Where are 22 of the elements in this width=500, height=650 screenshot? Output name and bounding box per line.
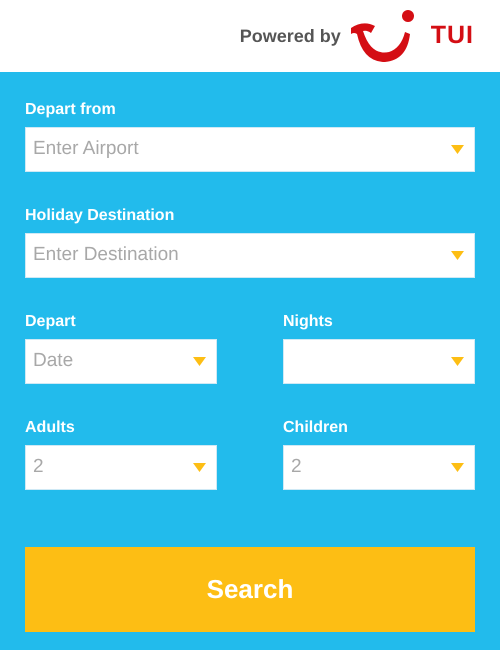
field-label: Depart from [25, 100, 116, 120]
caret-icon [451, 463, 464, 472]
dropdown-field[interactable]: Enter Airport [25, 127, 475, 172]
caret-icon [451, 357, 464, 366]
dropdown-field[interactable] [283, 339, 475, 384]
dropdown-field[interactable]: Date [25, 339, 217, 384]
dropdown-field[interactable]: Enter Destination [25, 233, 475, 278]
smile-logo-icon [348, 8, 415, 64]
field-label: Depart [25, 312, 76, 332]
caret-icon [451, 145, 464, 154]
field-label: Holiday Destination [25, 206, 174, 226]
caret-icon [193, 357, 206, 366]
field-label: Children [283, 418, 348, 438]
search-button[interactable]: Search [25, 547, 475, 632]
dropdown-field[interactable]: 2 [283, 445, 475, 490]
caret-icon [193, 463, 206, 472]
field-label: Adults [25, 418, 75, 438]
field-label: Nights [283, 312, 333, 332]
powered-by-text: Powered by [240, 24, 341, 48]
caret-icon [451, 251, 464, 260]
dropdown-field[interactable]: 2 [25, 445, 217, 490]
logo-text: TUI [430, 20, 474, 52]
